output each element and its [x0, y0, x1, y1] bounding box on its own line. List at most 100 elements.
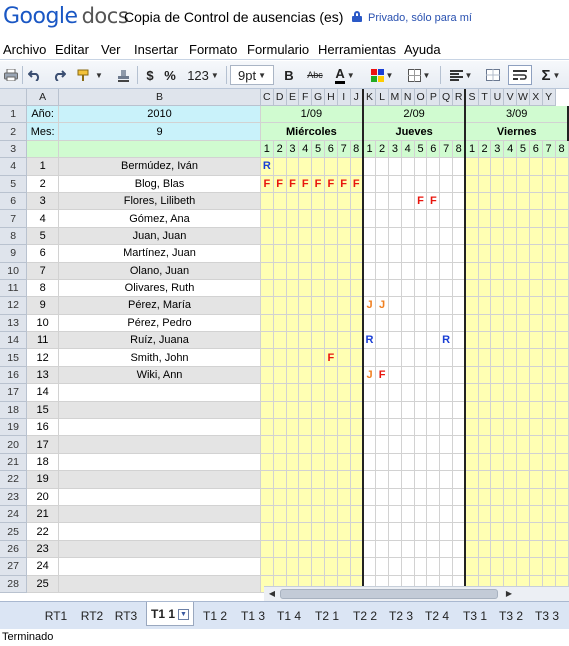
menu-formulario[interactable]: Formulario [247, 42, 309, 57]
absence-cell[interactable] [542, 470, 556, 489]
absence-cell[interactable] [465, 522, 479, 541]
absence-cell[interactable] [375, 175, 389, 193]
row-header[interactable]: 24 [0, 505, 28, 524]
absence-cell[interactable] [401, 192, 415, 211]
absence-cell[interactable] [350, 557, 364, 576]
absence-cell[interactable] [362, 557, 377, 576]
absence-cell[interactable] [414, 401, 428, 420]
absence-cell[interactable] [414, 262, 428, 280]
absence-cell[interactable] [503, 366, 518, 385]
absence-cell[interactable] [337, 470, 351, 489]
absence-cell[interactable]: F [273, 175, 287, 193]
absence-cell[interactable] [503, 296, 518, 315]
absence-cell[interactable] [439, 418, 454, 437]
absence-cell[interactable] [529, 383, 543, 402]
absence-cell[interactable] [516, 505, 530, 524]
absence-cell[interactable] [542, 540, 556, 559]
absence-cell[interactable] [401, 540, 415, 559]
absence-cell[interactable] [414, 366, 428, 385]
slot-header-cell[interactable]: 8 [555, 140, 569, 159]
fill-color-dropdown[interactable]: ▼ [368, 65, 396, 85]
absence-cell[interactable] [414, 435, 428, 454]
absence-cell[interactable] [426, 401, 441, 420]
absence-cell[interactable] [273, 331, 287, 350]
row-header[interactable]: 3 [0, 140, 28, 159]
absence-cell[interactable] [555, 522, 569, 541]
absence-cell[interactable] [542, 348, 556, 367]
row-header[interactable]: 16 [0, 366, 28, 385]
employee-name-cell[interactable]: Olano, Juan [58, 262, 261, 280]
row-header[interactable]: 22 [0, 470, 28, 489]
absence-cell[interactable] [516, 262, 530, 280]
employee-name-cell[interactable] [58, 470, 261, 489]
absence-cell[interactable] [426, 418, 441, 437]
absence-cell[interactable] [350, 488, 364, 506]
employee-number-cell[interactable]: 16 [26, 418, 60, 437]
row-header[interactable]: 17 [0, 383, 28, 402]
absence-cell[interactable] [478, 488, 492, 506]
absence-cell[interactable] [414, 522, 428, 541]
absence-cell[interactable] [260, 279, 274, 298]
absence-cell[interactable] [324, 227, 338, 246]
sheet-tab[interactable]: T2 1 [309, 606, 345, 626]
absence-cell[interactable] [273, 401, 287, 420]
absence-cell[interactable] [426, 157, 441, 176]
absence-cell[interactable] [388, 401, 402, 420]
absence-cell[interactable] [465, 227, 479, 246]
employee-number-cell[interactable]: 2 [26, 175, 60, 193]
slot-header-cell[interactable]: 5 [516, 140, 530, 159]
absence-cell[interactable] [465, 262, 479, 280]
absence-cell[interactable]: R [439, 331, 454, 350]
print-icon[interactable] [2, 65, 20, 85]
date-header-cell[interactable]: 3/09 [465, 105, 569, 124]
absence-cell[interactable] [555, 244, 569, 263]
absence-cell[interactable] [286, 557, 300, 576]
absence-cell[interactable] [311, 418, 325, 437]
absence-cell[interactable] [426, 296, 441, 315]
sheet-tab[interactable]: T1 3 [235, 606, 271, 626]
absence-cell[interactable] [516, 540, 530, 559]
column-header[interactable]: K [362, 89, 377, 106]
absence-cell[interactable] [452, 331, 467, 350]
absence-cell[interactable] [490, 192, 505, 211]
absence-cell[interactable] [426, 209, 441, 228]
font-size-dropdown[interactable]: 9pt ▼ [230, 65, 274, 85]
absence-cell[interactable] [298, 262, 313, 280]
absence-cell[interactable] [362, 279, 377, 298]
absence-cell[interactable] [452, 192, 467, 211]
absence-cell[interactable] [452, 401, 467, 420]
absence-cell[interactable] [324, 540, 338, 559]
absence-cell[interactable] [311, 348, 325, 367]
absence-cell[interactable] [465, 366, 479, 385]
strikethrough-button[interactable]: Abc [304, 65, 326, 85]
absence-cell[interactable] [286, 418, 300, 437]
absence-cell[interactable] [260, 227, 274, 246]
absence-cell[interactable] [555, 331, 569, 350]
borders-dropdown[interactable]: ▼ [404, 65, 434, 85]
absence-cell[interactable] [298, 488, 313, 506]
absence-cell[interactable] [375, 348, 389, 367]
absence-cell[interactable] [337, 262, 351, 280]
employee-name-cell[interactable] [58, 383, 261, 402]
absence-cell[interactable] [452, 453, 467, 472]
employee-name-cell[interactable]: Pérez, María [58, 296, 261, 315]
absence-cell[interactable] [426, 470, 441, 489]
employee-number-cell[interactable]: 19 [26, 470, 60, 489]
absence-cell[interactable] [350, 227, 364, 246]
absence-cell[interactable] [555, 227, 569, 246]
employee-number-cell[interactable]: 10 [26, 314, 60, 333]
absence-cell[interactable] [516, 175, 530, 193]
absence-cell[interactable] [542, 453, 556, 472]
absence-cell[interactable] [401, 401, 415, 420]
absence-cell[interactable] [452, 557, 467, 576]
absence-cell[interactable] [555, 557, 569, 576]
column-header[interactable]: O [414, 89, 428, 106]
absence-cell[interactable] [273, 522, 287, 541]
absence-cell[interactable] [555, 418, 569, 437]
absence-cell[interactable] [401, 279, 415, 298]
menu-editar[interactable]: Editar [55, 42, 89, 57]
column-header[interactable]: M [388, 89, 402, 106]
absence-cell[interactable] [388, 418, 402, 437]
absence-cell[interactable] [350, 157, 364, 176]
absence-cell[interactable] [286, 505, 300, 524]
